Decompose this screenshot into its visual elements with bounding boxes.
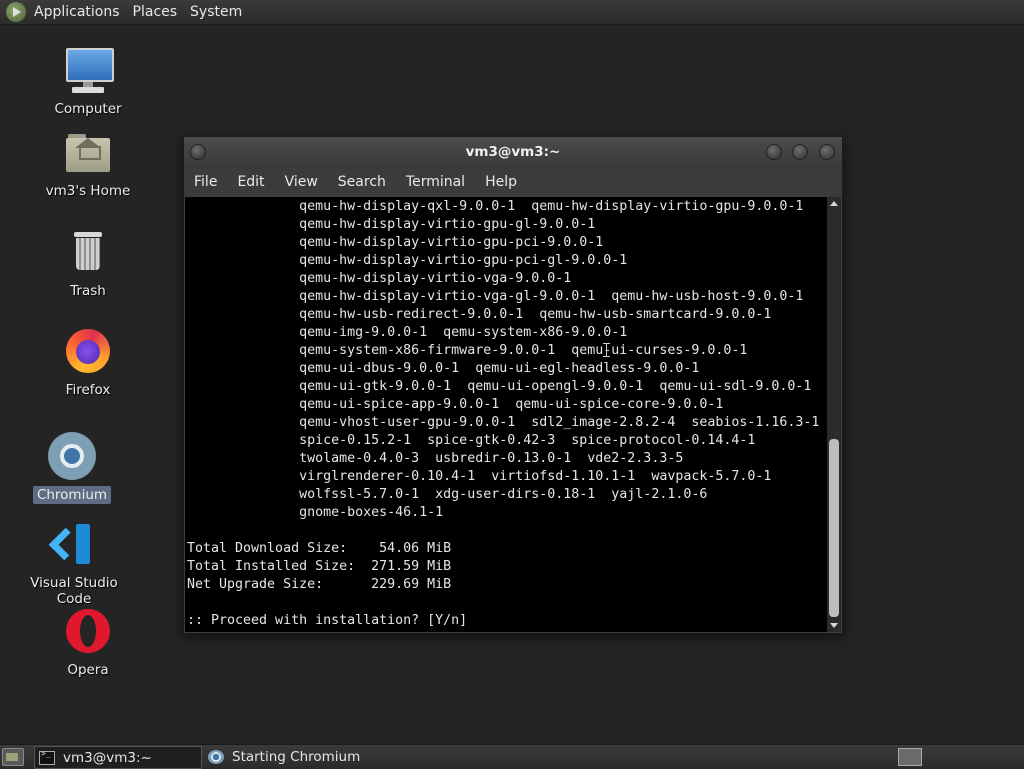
terminal-line: qemu-hw-display-virtio-gpu-pci-9.0.0-1 (187, 235, 604, 250)
scrollbar-thumb[interactable] (829, 439, 839, 617)
chromium-icon (48, 432, 96, 480)
terminal-line: qemu-ui-dbus-9.0.0-1 qemu-ui-egl-headles… (187, 361, 700, 376)
terminal-line: qemu-ui-spice-app-9.0.0-1 qemu-ui-spice-… (187, 397, 724, 412)
top-panel: Applications Places System (0, 0, 1024, 25)
terminal-line: qemu-hw-display-virtio-vga-gl-9.0.0-1 qe… (187, 289, 804, 304)
terminal-line: virglrenderer-0.10.4-1 virtiofsd-1.10.1-… (187, 469, 772, 484)
desktop-icon-trash[interactable]: Trash (28, 228, 148, 300)
terminal-line: qemu-hw-display-virtio-gpu-pci-gl-9.0.0-… (187, 253, 628, 268)
taskbar-item-terminal[interactable]: vm3@vm3:~ (34, 746, 202, 769)
desktop-icon-computer[interactable]: Computer (28, 46, 148, 118)
menu-file[interactable]: File (184, 174, 227, 190)
desktop-icon-vscode[interactable]: Visual Studio Code (14, 520, 134, 608)
chromium-icon (208, 749, 224, 764)
taskbar-item-label: Starting Chromium (232, 748, 361, 765)
taskbar-item-chromium[interactable]: Starting Chromium (204, 746, 394, 767)
menu-view[interactable]: View (275, 174, 328, 190)
terminal-scrollbar[interactable] (827, 197, 841, 632)
terminal-line: Total Installed Size: 271.59 MiB (187, 559, 452, 574)
computer-icon (64, 46, 114, 94)
distro-logo-icon[interactable] (6, 2, 26, 22)
desktop-icon-label: Visual Studio Code (30, 575, 118, 607)
text-cursor-icon (603, 343, 610, 357)
scroll-down-icon[interactable] (830, 623, 838, 628)
terminal-output[interactable]: qemu-hw-display-qxl-9.0.0-1 qemu-hw-disp… (185, 197, 827, 632)
firefox-icon (64, 327, 112, 375)
terminal-line: Total Download Size: 54.06 MiB (187, 541, 452, 556)
menu-terminal[interactable]: Terminal (396, 174, 475, 190)
desktop-icon-opera[interactable]: Opera (28, 607, 148, 679)
desktop-icon-label: vm3's Home (45, 183, 131, 199)
desktop-icon-firefox[interactable]: Firefox (28, 327, 148, 399)
terminal-icon (39, 749, 55, 765)
bottom-panel: vm3@vm3:~ Starting Chromium (0, 744, 1024, 769)
menu-search[interactable]: Search (328, 174, 396, 190)
terminal-line: qemu-img-9.0.0-1 qemu-system-x86-9.0.0-1 (187, 325, 628, 340)
terminal-line: qemu-hw-usb-redirect-9.0.0-1 qemu-hw-usb… (187, 307, 772, 322)
close-icon[interactable] (819, 144, 835, 160)
window-titlebar[interactable]: vm3@vm3:~ (184, 137, 842, 167)
terminal-menubar: File Edit View Search Terminal Help (184, 167, 842, 197)
desktop-icon-label: Firefox (65, 382, 111, 398)
trash-icon (64, 228, 112, 276)
home-folder-icon (64, 128, 112, 176)
menu-places[interactable]: Places (131, 4, 185, 20)
window-menu-icon[interactable] (190, 144, 206, 160)
scroll-up-icon[interactable] (830, 201, 838, 206)
terminal-line: qemu-hw-display-virtio-vga-9.0.0-1 (187, 271, 572, 286)
terminal-line: gnome-boxes-46.1-1 (187, 505, 444, 520)
vscode-icon (48, 520, 98, 568)
terminal-line: spice-0.15.2-1 spice-gtk-0.42-3 spice-pr… (187, 433, 756, 448)
terminal-line: qemu-hw-display-virtio-gpu-gl-9.0.0-1 (187, 217, 596, 232)
desktop-icon-label: Computer (54, 101, 122, 117)
opera-icon (64, 607, 112, 655)
desktop-icon-label: Opera (67, 662, 109, 678)
menu-edit[interactable]: Edit (227, 174, 274, 190)
desktop-icon-home[interactable]: vm3's Home (28, 128, 148, 200)
terminal-line: qemu-hw-display-qxl-9.0.0-1 qemu-hw-disp… (187, 199, 804, 214)
maximize-icon[interactable] (792, 144, 808, 160)
terminal-prompt: :: Proceed with installation? [Y/n] (187, 613, 468, 628)
desktop-icon-label: Trash (70, 283, 106, 299)
workspace-switcher[interactable] (898, 748, 922, 766)
terminal-line: Net Upgrade Size: 229.69 MiB (187, 577, 452, 592)
terminal-window: vm3@vm3:~ File Edit View Search Terminal… (183, 136, 843, 634)
menu-system[interactable]: System (188, 4, 249, 20)
terminal-line: qemu-ui-gtk-9.0.0-1 qemu-ui-opengl-9.0.0… (187, 379, 812, 394)
terminal-line: twolame-0.4.0-3 usbredir-0.13.0-1 vde2-2… (187, 451, 684, 466)
terminal-line: qemu-system-x86-firmware-9.0.0-1 qemu-ui… (187, 343, 748, 358)
terminal-line: wolfssl-5.7.0-1 xdg-user-dirs-0.18-1 yaj… (187, 487, 708, 502)
taskbar-item-label: vm3@vm3:~ (63, 749, 152, 766)
show-desktop-icon[interactable] (2, 748, 24, 766)
desktop-icon-label: Chromium (32, 486, 112, 504)
menu-help[interactable]: Help (475, 174, 527, 190)
minimize-icon[interactable] (766, 144, 782, 160)
menu-applications[interactable]: Applications (32, 4, 127, 20)
desktop-icon-chromium[interactable]: Chromium (12, 432, 132, 504)
window-title: vm3@vm3:~ (465, 144, 561, 160)
terminal-line: qemu-vhost-user-gpu-9.0.0-1 sdl2_image-2… (187, 415, 820, 430)
